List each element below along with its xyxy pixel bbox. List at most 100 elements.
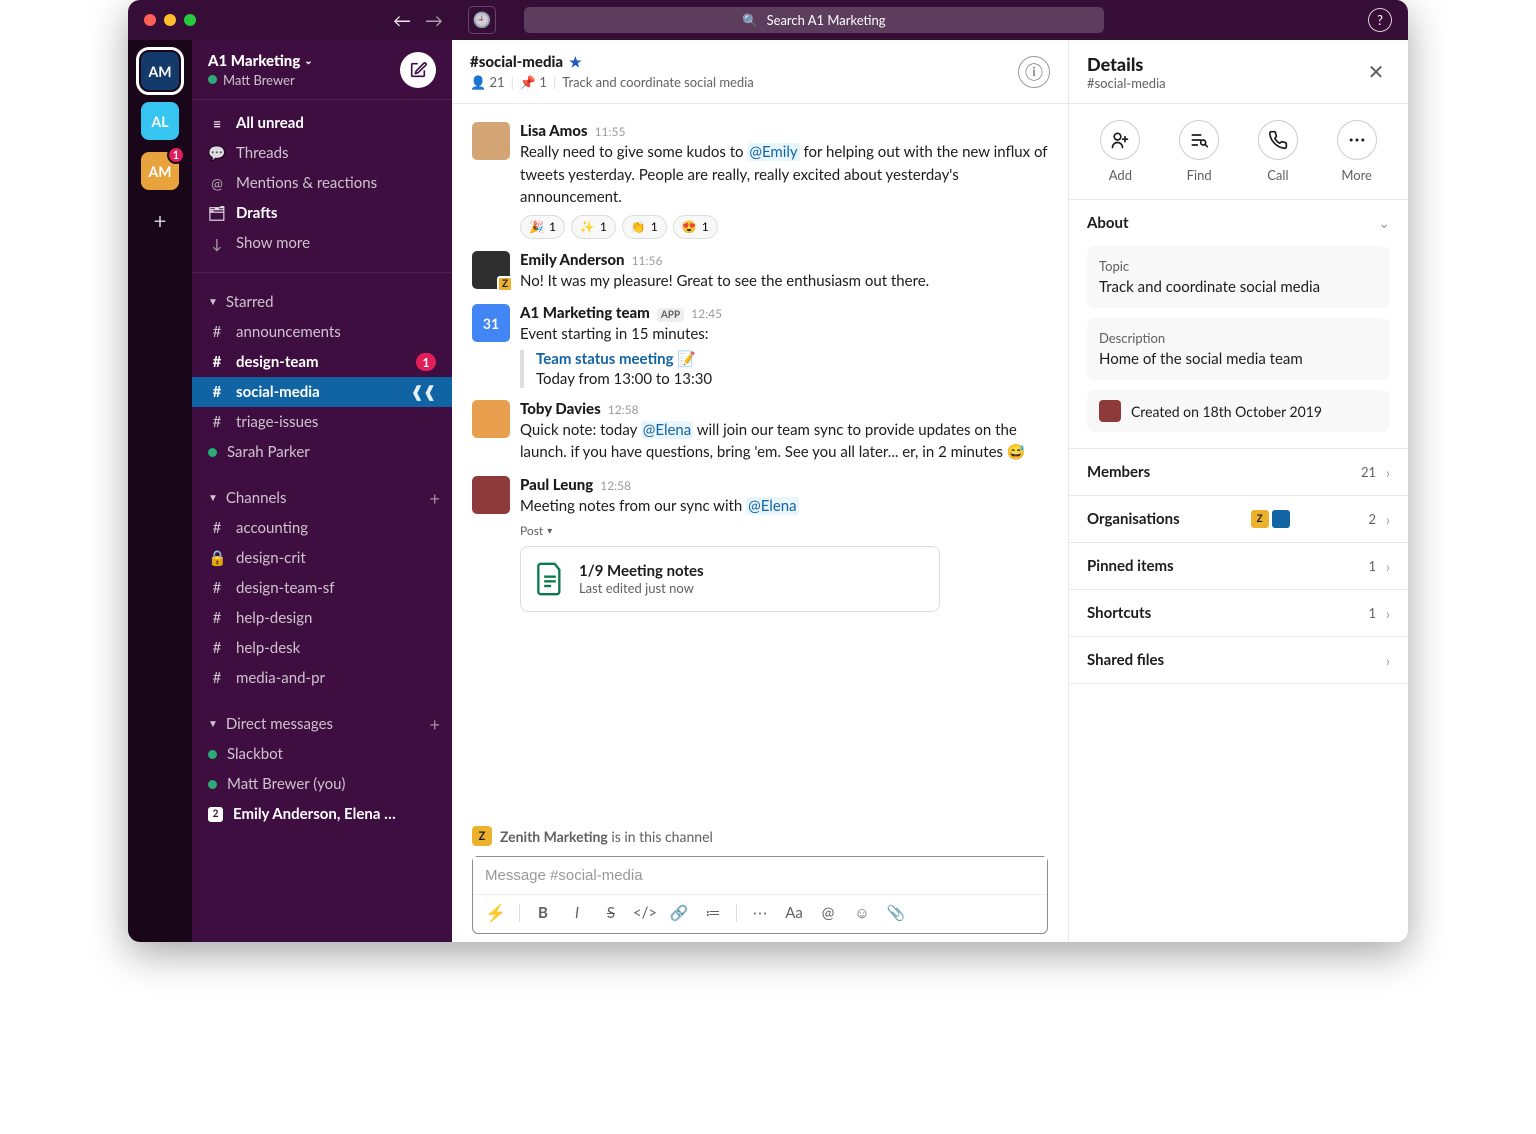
dm-item-emily-anderson-elena-[interactable]: 2Emily Anderson, Elena … [192,799,452,829]
mention-button[interactable]: @ [813,899,843,927]
action-find[interactable]: Find [1179,120,1219,183]
dm-heading[interactable]: ▼ Direct messages + [192,709,452,739]
attach-button[interactable]: 📎 [881,899,911,927]
composer-toolbar: ⚡ B I S </> 🔗 ≔ ⋯ Aa @ ☺ 📎 [473,894,1047,933]
reaction[interactable]: 👏1 [622,215,667,239]
search-bar[interactable]: 🔍 Search A1 Marketing [524,7,1104,33]
action-more[interactable]: More [1337,120,1377,183]
channels-heading[interactable]: ▼ Channels + [192,483,452,513]
channel-item-help-design[interactable]: #help-design [192,603,452,633]
maximize-window-button[interactable] [184,14,196,26]
workspace-tile-am-0[interactable]: AM [141,52,179,90]
font-button[interactable]: Aa [779,899,809,927]
message-input[interactable] [473,857,1047,894]
message-author[interactable]: Emily Anderson [520,251,625,269]
channel-item-design-team-sf[interactable]: #design-team-sf [192,573,452,603]
starred-item-sarah-parker[interactable]: Sarah Parker [192,437,452,467]
add-channel-button[interactable]: + [430,487,440,509]
nav-item-threads[interactable]: 💬Threads [192,138,452,168]
back-button[interactable]: ← [388,6,416,34]
avatar[interactable] [472,122,510,160]
avatar[interactable]: 31 [472,304,510,342]
workspace-tile-al-1[interactable]: AL [141,102,179,140]
channel-title[interactable]: #social-media ★ [470,53,754,71]
more-format-button[interactable]: ⋯ [745,899,775,927]
message-author[interactable]: A1 Marketing team [520,304,650,322]
reaction[interactable]: 🎉1 [520,215,565,239]
message-text: Quick note: today @Elena will join our t… [520,419,1048,464]
event-title[interactable]: Team status meeting 📝 [536,350,1048,368]
link-button[interactable]: 🔗 [664,899,694,927]
minimize-window-button[interactable] [164,14,176,26]
section-shared-files[interactable]: Shared files› [1069,637,1408,683]
avatar[interactable] [472,400,510,438]
mention[interactable]: @Emily [747,143,799,161]
starred-heading[interactable]: ▼ Starred [192,287,452,317]
section-members[interactable]: Members21› [1069,449,1408,495]
topic-card[interactable]: Topic Track and coordinate social media [1087,246,1390,308]
shortcuts-button[interactable]: ⚡ [481,899,511,927]
nav-item-show-more[interactable]: ↓Show more [192,228,452,258]
section-pinned-items[interactable]: Pinned items1› [1069,543,1408,589]
close-window-button[interactable] [144,14,156,26]
workspace-tile-am-2[interactable]: AM1 [141,152,179,190]
nav-item-mentions-reactions[interactable]: @Mentions & reactions [192,168,452,198]
avatar[interactable] [472,476,510,514]
shared-channel-notice: Z Zenith Marketing is in this channel [452,820,1068,856]
nav-item-drafts[interactable]: 🗂Drafts [192,198,452,228]
message-author[interactable]: Lisa Amos [520,122,588,140]
star-icon[interactable]: ★ [569,53,582,71]
reaction[interactable]: 😍1 [673,215,718,239]
help-button[interactable]: ? [1368,8,1392,32]
presence-icon [208,780,217,789]
starred-item-social-media[interactable]: #social-media❰❰ [192,377,452,407]
emoji-button[interactable]: ☺ [847,899,877,927]
message-text: Really need to give some kudos to @Emily… [520,141,1048,209]
section-shortcuts[interactable]: Shortcuts1› [1069,590,1408,636]
member-count[interactable]: 👤 21 [470,74,505,91]
action-add[interactable]: Add [1100,120,1140,183]
message-author[interactable]: Paul Leung [520,476,593,494]
channel-item-accounting[interactable]: #accounting [192,513,452,543]
strike-button[interactable]: S [596,899,626,927]
attachment-card[interactable]: 1/9 Meeting notesLast edited just now [520,546,940,612]
user-status[interactable]: Matt Brewer [208,72,313,88]
forward-button[interactable]: → [420,6,448,34]
message-author[interactable]: Toby Davies [520,400,601,418]
channel-details-button[interactable]: ⓘ [1018,56,1050,88]
item-label: Sarah Parker [227,443,436,461]
add-dm-button[interactable]: + [430,713,440,735]
channel-item-design-crit[interactable]: 🔒design-crit [192,543,452,573]
pin-count[interactable]: 📌 1 [520,74,547,91]
add-workspace-button[interactable]: + [142,202,178,238]
channel-topic[interactable]: Track and coordinate social media [562,74,754,90]
list-button[interactable]: ≔ [698,899,728,927]
history-button[interactable]: 🕘 [468,6,496,34]
description-card[interactable]: Description Home of the social media tea… [1087,318,1390,380]
section-organisations[interactable]: OrganisationsZ2› [1069,496,1408,542]
dm-item-matt-brewer-you-[interactable]: Matt Brewer (you) [192,769,452,799]
reaction[interactable]: ✨1 [571,215,616,239]
workspace-switcher[interactable]: A1 Marketing ⌄ [208,52,313,70]
nav-item-all-unread[interactable]: ≡All unread [192,108,452,138]
avatar[interactable]: Z [472,251,510,289]
item-label: Slackbot [227,745,436,763]
titlebar: ← → 🕘 🔍 Search A1 Marketing ? [128,0,1408,40]
action-call[interactable]: Call [1258,120,1298,183]
italic-button[interactable]: I [562,899,592,927]
bold-button[interactable]: B [528,899,558,927]
hash-icon: # [208,609,226,627]
mention[interactable]: @Elena [641,421,693,439]
channel-item-media-and-pr[interactable]: #media-and-pr [192,663,452,693]
starred-item-announcements[interactable]: #announcements [192,317,452,347]
mention[interactable]: @Elena [746,497,798,515]
close-details-button[interactable]: ✕ [1362,58,1390,86]
dm-item-slackbot[interactable]: Slackbot [192,739,452,769]
code-button[interactable]: </> [630,899,660,927]
compose-button[interactable] [400,52,436,88]
post-label[interactable]: Post ▾ [520,523,1048,538]
starred-item-design-team[interactable]: #design-team1 [192,347,452,377]
channel-item-help-desk[interactable]: #help-desk [192,633,452,663]
about-section-toggle[interactable]: About ⌄ [1069,200,1408,246]
starred-item-triage-issues[interactable]: #triage-issues [192,407,452,437]
